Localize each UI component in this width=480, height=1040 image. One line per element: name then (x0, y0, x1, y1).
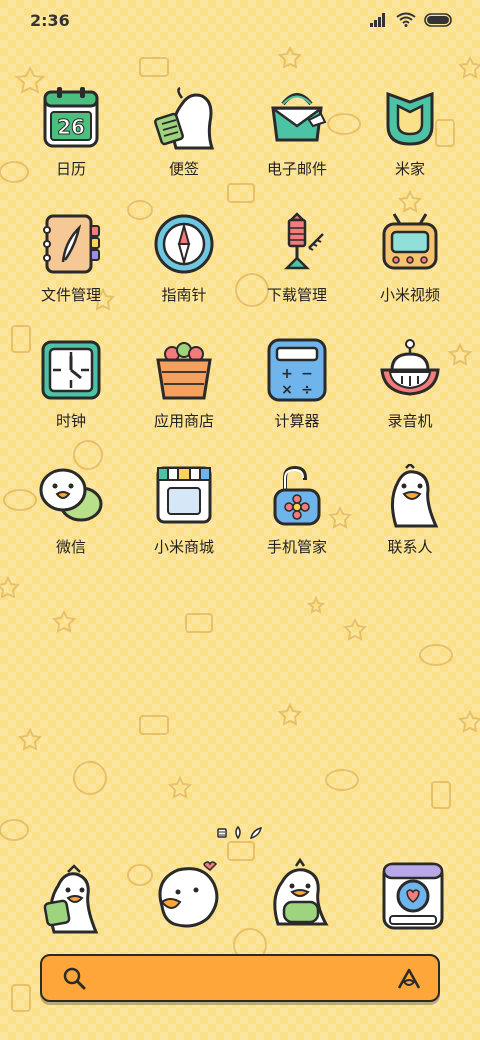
app-label: 联系人 (387, 538, 433, 556)
battery-icon (424, 12, 452, 27)
app-label: 时钟 (55, 412, 86, 430)
browser-duck-icon (273, 857, 329, 926)
app-mi-store[interactable]: 小米商城 (128, 464, 240, 590)
mi-home-icon (386, 91, 434, 146)
app-label: 录音机 (387, 412, 433, 430)
contacts-icon (391, 464, 439, 528)
app-label: 指南针 (161, 286, 207, 304)
status-icons (370, 12, 454, 27)
messages-duck-icon (158, 861, 219, 928)
calendar-date: 26 (57, 115, 85, 139)
wifi-icon (396, 12, 416, 27)
app-file-manager[interactable]: 文件管理 (15, 212, 127, 338)
file-manager-icon (43, 214, 100, 274)
notes-icon (154, 86, 215, 150)
page-dot-3-icon (249, 826, 263, 840)
app-label: 便签 (168, 160, 199, 178)
dock-messages[interactable] (148, 858, 224, 934)
recorder-icon (380, 339, 440, 396)
app-store-icon (156, 342, 212, 400)
app-notes[interactable]: 便签 (128, 86, 240, 212)
status-bar: 2:36 (0, 0, 480, 40)
app-label: 小米商城 (153, 538, 214, 556)
app-label: 文件管理 (40, 286, 101, 304)
app-mi-home[interactable]: 米家 (354, 86, 466, 212)
svg-text:×: × (281, 382, 293, 398)
downloads-icon (283, 212, 324, 270)
app-email[interactable]: 电子邮件 (241, 86, 353, 212)
app-label: 应用商店 (153, 412, 214, 430)
app-label: 米家 (394, 160, 425, 178)
clock-icon (41, 340, 101, 400)
calculator-icon: + − × ÷ (267, 338, 327, 402)
email-icon (271, 93, 327, 142)
mi-store-icon (156, 466, 212, 524)
app-label: 计算器 (274, 412, 320, 430)
status-time: 2:36 (30, 11, 70, 30)
page-dot-2-icon (235, 826, 241, 840)
app-label: 手机管家 (266, 538, 327, 556)
dock-browser[interactable] (262, 857, 338, 934)
assistant-icon[interactable] (396, 966, 422, 992)
app-app-store[interactable]: 应用商店 (128, 338, 240, 464)
app-label: 小米视频 (379, 286, 440, 304)
phone-duck-icon (43, 864, 99, 934)
app-calendar[interactable]: 26 日历 (15, 86, 127, 212)
mi-video-icon (382, 213, 438, 270)
app-label: 日历 (55, 160, 86, 178)
svg-text:÷: ÷ (301, 382, 313, 398)
dock-phone[interactable] (34, 858, 110, 934)
page-indicator[interactable] (0, 826, 480, 844)
app-calculator[interactable]: + − × ÷ 计算器 (241, 338, 353, 464)
camera-icon (382, 862, 444, 930)
app-recorder[interactable]: 录音机 (354, 338, 466, 464)
search-icon (63, 967, 86, 990)
app-mi-video[interactable]: 小米视频 (354, 212, 466, 338)
security-icon (273, 465, 321, 526)
wechat-icon (39, 468, 103, 522)
page-dot-1-icon (217, 828, 227, 838)
app-security[interactable]: 手机管家 (241, 464, 353, 590)
svg-text:+: + (281, 366, 293, 382)
compass-icon (154, 214, 214, 274)
app-label: 电子邮件 (266, 160, 327, 178)
signal-icon (370, 12, 385, 27)
calendar-icon: 26 (43, 87, 99, 148)
app-clock[interactable]: 时钟 (15, 338, 127, 464)
app-wechat[interactable]: 微信 (15, 464, 127, 590)
dock-camera[interactable] (376, 858, 452, 934)
search-bar[interactable] (40, 954, 440, 1002)
app-label: 微信 (55, 538, 86, 556)
app-downloads[interactable]: 下载管理 (241, 212, 353, 338)
app-contacts[interactable]: 联系人 (354, 464, 466, 590)
app-compass[interactable]: 指南针 (128, 212, 240, 338)
svg-text:−: − (301, 366, 313, 382)
app-label: 下载管理 (266, 286, 327, 304)
